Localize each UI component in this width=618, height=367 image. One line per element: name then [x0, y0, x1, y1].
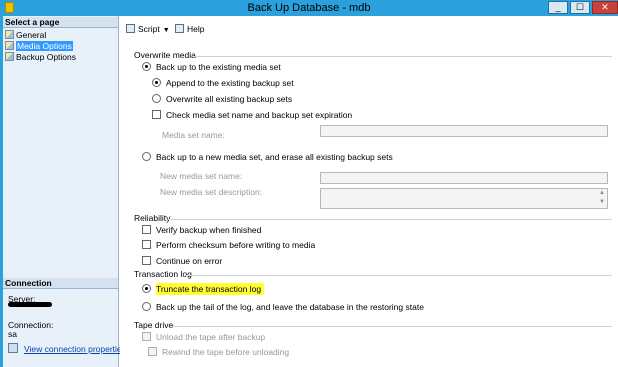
backup-existing-radio[interactable]: Back up to the existing media set: [142, 62, 281, 72]
close-button[interactable]: ✕: [592, 1, 618, 14]
help-label: Help: [187, 24, 205, 34]
checksum-checkbox[interactable]: Perform checksum before writing to media: [142, 240, 315, 250]
toolbar: Script ▼ Help: [120, 16, 618, 43]
view-connection-properties-link[interactable]: View connection properties: [24, 344, 126, 354]
radio-selected[interactable]: [152, 78, 161, 87]
media-set-name-label: Media set name:: [162, 130, 225, 140]
minimize-button[interactable]: _: [548, 1, 568, 14]
tape-drive-title: Tape drive: [134, 320, 174, 330]
radio-label: Append to the existing backup set: [166, 78, 294, 88]
radio-unselected[interactable]: [152, 94, 161, 103]
media-set-name-field[interactable]: [320, 125, 608, 137]
radio-unselected[interactable]: [142, 152, 151, 161]
radio-selected[interactable]: [142, 62, 151, 71]
help-icon: [175, 24, 184, 33]
tail-log-radio[interactable]: Back up the tail of the log, and leave t…: [142, 302, 424, 312]
connection-header: Connection: [3, 278, 118, 289]
checkbox[interactable]: [142, 240, 151, 249]
maximize-button[interactable]: ☐: [570, 1, 590, 14]
radio-label: Back up to the existing media set: [156, 62, 281, 72]
backup-new-radio[interactable]: Back up to a new media set, and erase al…: [142, 152, 393, 162]
script-label: Script: [138, 24, 160, 34]
overwrite-media-title: Overwrite media: [134, 50, 196, 60]
page-icon: [5, 52, 14, 61]
server-value-redacted: [8, 302, 52, 307]
radio-selected[interactable]: [142, 284, 151, 293]
checkbox[interactable]: [142, 332, 151, 341]
group-divider: [172, 326, 612, 327]
rewind-tape-checkbox[interactable]: Rewind the tape before unloading: [148, 347, 289, 357]
new-media-desc-field[interactable]: [320, 188, 608, 209]
checkbox-label: Rewind the tape before unloading: [162, 347, 290, 357]
checkbox-label: Verify backup when finished: [156, 225, 262, 235]
chevron-down-icon[interactable]: ▼: [163, 25, 170, 37]
script-icon: [126, 24, 135, 33]
append-radio[interactable]: Append to the existing backup set: [152, 78, 294, 88]
page-item-label: Backup Options: [16, 52, 77, 62]
radio-label: Truncate the transaction log: [156, 283, 265, 295]
group-divider: [186, 275, 612, 276]
window-title: Back Up Database - mdb: [247, 2, 371, 14]
scroll-down-icon[interactable]: ▼: [598, 198, 606, 207]
transaction-log-title: Transaction log: [134, 269, 192, 279]
checkbox[interactable]: [148, 347, 157, 356]
help-button[interactable]: Help: [175, 23, 204, 35]
script-button[interactable]: Script ▼: [126, 23, 170, 35]
checkbox[interactable]: [152, 110, 161, 119]
check-media-checkbox[interactable]: Check media set name and backup set expi…: [152, 110, 352, 120]
checkbox[interactable]: [142, 256, 151, 265]
checkbox-label: Continue on error: [156, 256, 223, 266]
radio-label: Back up the tail of the log, and leave t…: [156, 302, 424, 312]
checkbox-label: Perform checksum before writing to media: [156, 240, 316, 250]
page-icon: [5, 41, 14, 50]
checkbox[interactable]: [142, 225, 151, 234]
title-bar: Back Up Database - mdb _ ☐ ✕: [0, 0, 618, 16]
group-divider: [194, 56, 612, 57]
reliability-title: Reliability: [134, 213, 171, 223]
checkbox-label: Unload the tape after backup: [156, 332, 266, 342]
scroll-up-icon[interactable]: ▲: [598, 189, 606, 198]
page-item-general[interactable]: General: [5, 30, 48, 41]
left-panel: [0, 16, 119, 367]
group-divider: [168, 219, 612, 220]
page-item-label: General: [16, 30, 47, 40]
unload-tape-checkbox[interactable]: Unload the tape after backup: [142, 332, 265, 342]
radio-label: Overwrite all existing backup sets: [166, 94, 293, 104]
truncate-log-radio[interactable]: Truncate the transaction log: [142, 283, 265, 295]
page-item-label: Media Options: [16, 41, 73, 51]
checkbox-label: Check media set name and backup set expi…: [166, 110, 353, 120]
continue-on-error-checkbox[interactable]: Continue on error: [142, 256, 222, 266]
radio-unselected[interactable]: [142, 302, 151, 311]
page-icon: [5, 30, 14, 39]
page-item-backup-options[interactable]: Backup Options: [5, 52, 78, 63]
connection-properties-icon: [8, 343, 18, 353]
new-media-name-label: New media set name:: [160, 171, 243, 181]
window-frame: [0, 16, 3, 367]
select-page-header: Select a page: [3, 17, 118, 28]
new-media-desc-label: New media set description:: [160, 187, 263, 197]
verify-checkbox[interactable]: Verify backup when finished: [142, 225, 261, 235]
page-item-media-options[interactable]: Media Options: [5, 41, 75, 52]
overwrite-all-radio[interactable]: Overwrite all existing backup sets: [152, 94, 292, 104]
radio-label: Back up to a new media set, and erase al…: [156, 152, 393, 162]
new-media-name-field[interactable]: [320, 172, 608, 184]
connection-value: sa: [8, 329, 17, 339]
